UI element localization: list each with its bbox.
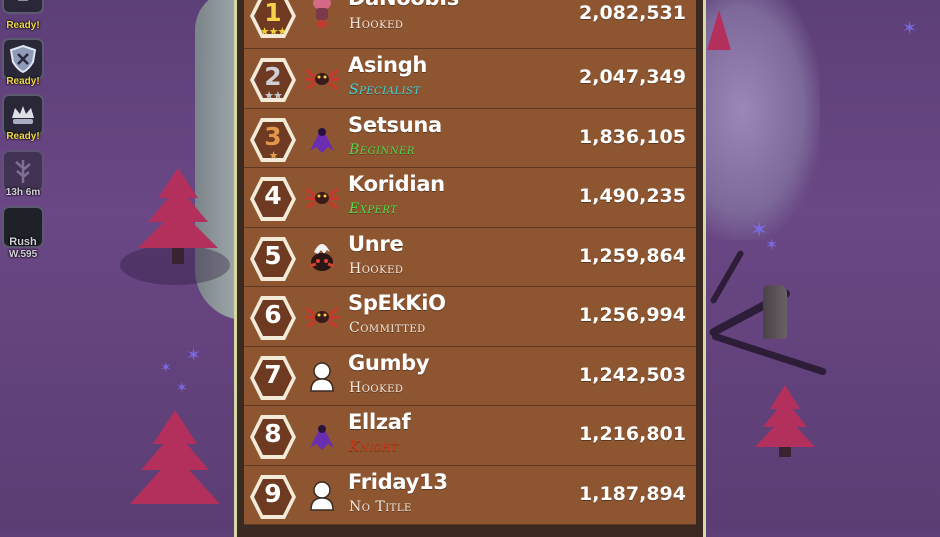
player-title: Specialist bbox=[349, 82, 421, 98]
leaderboard-row-2[interactable]: 2 ★★ Asingh Specialist 2,047,349 bbox=[244, 49, 696, 109]
rank-number: 2 bbox=[264, 62, 282, 91]
player-name: Ellzaf bbox=[348, 410, 411, 434]
player-score: 1,256,994 bbox=[579, 304, 686, 326]
player-name: Setsuna bbox=[348, 112, 442, 137]
pink-tree-icon bbox=[138, 168, 218, 264]
purple-flower-icon: ✶ bbox=[902, 18, 918, 39]
rank-stars: ★ bbox=[268, 148, 279, 162]
rank-badge: 2 ★★ bbox=[248, 56, 298, 102]
purple-flower-icon: ✶ bbox=[160, 360, 172, 376]
player-name: SpEkKiO bbox=[348, 291, 446, 315]
sword-icon bbox=[8, 0, 38, 8]
leaderboard-row-8[interactable]: 8 Ellzaf Knight 1,216,801 bbox=[244, 406, 696, 466]
leaderboard-row-6[interactable]: 6 SpEkKiO Committed 1,256,994 bbox=[244, 287, 696, 347]
shield-ability-status: Ready! bbox=[6, 76, 40, 87]
leaderboard-row-1[interactable]: 1 ★★★ DaNoobIs Hooked 2,082,531 bbox=[244, 0, 696, 49]
rank-badge: 7 bbox=[248, 354, 298, 400]
rank-badge: 3 ★ bbox=[248, 116, 298, 162]
leaderboard-list[interactable]: 1 ★★★ DaNoobIs Hooked 2,082,531 2 ★★ Asi… bbox=[244, 0, 696, 525]
spider-crab-icon bbox=[304, 180, 340, 216]
rank-badge: 5 bbox=[248, 235, 298, 281]
rank-badge: 1 ★★★ bbox=[248, 0, 298, 38]
sword-ability-button[interactable] bbox=[2, 0, 44, 14]
rank-number: 3 bbox=[264, 121, 282, 151]
spider-crab-icon bbox=[304, 61, 340, 97]
player-title: Hooked bbox=[349, 260, 404, 277]
pink-tree-icon bbox=[755, 385, 815, 457]
player-title: Knight bbox=[349, 439, 399, 455]
crown-ability-button[interactable] bbox=[2, 94, 44, 136]
rank-stars: ★★★ bbox=[259, 25, 288, 38]
crown-ability-status: Ready! bbox=[6, 131, 40, 142]
rank-number: 7 bbox=[264, 359, 282, 389]
purple-flower-icon: ✶ bbox=[176, 380, 188, 396]
dead-branch bbox=[709, 249, 745, 305]
leaderboard-panel: 1 ★★★ DaNoobIs Hooked 2,082,531 2 ★★ Asi… bbox=[234, 0, 706, 537]
rush-label: Rush bbox=[9, 236, 37, 248]
crown-hand-icon bbox=[8, 100, 38, 130]
player-name: Gumby bbox=[348, 350, 430, 375]
player-title: Committed bbox=[349, 320, 426, 336]
leaderboard-row-7[interactable]: 7 Gumby Hooked 1,242,503 bbox=[244, 346, 696, 406]
rank-number: 6 bbox=[264, 300, 282, 329]
player-name: Friday13 bbox=[348, 469, 448, 494]
rank-number: 4 bbox=[264, 181, 282, 210]
player-title: Hooked bbox=[349, 16, 404, 32]
player-title: Beginner bbox=[349, 141, 415, 158]
player-score: 1,242,503 bbox=[579, 363, 686, 386]
purple-bat-icon bbox=[304, 121, 340, 157]
shield-icon bbox=[8, 44, 38, 74]
purple-flower-icon: ✶ bbox=[765, 235, 779, 254]
player-score: 1,216,801 bbox=[579, 423, 686, 445]
pink-tree-icon bbox=[130, 410, 220, 504]
player-name: DaNoobIs bbox=[348, 0, 459, 10]
rank-number: 5 bbox=[264, 240, 282, 270]
rank-badge: 8 bbox=[248, 413, 298, 459]
rank-stars: ★★ bbox=[264, 89, 283, 102]
player-score: 2,082,531 bbox=[579, 2, 686, 24]
pink-tree-icon bbox=[704, 10, 734, 50]
rank-badge: 4 bbox=[248, 175, 298, 221]
rank-number: 8 bbox=[264, 419, 282, 448]
leaderboard-row-5[interactable]: 5 Unre Hooked 1,259,864 bbox=[244, 227, 696, 287]
purple-bat-icon bbox=[304, 418, 340, 454]
rank-number: 1 bbox=[264, 0, 282, 27]
player-name: Unre bbox=[348, 231, 404, 256]
stone-stump bbox=[763, 285, 787, 339]
pink-creature-icon bbox=[304, 0, 340, 30]
leaderboard-row-3[interactable]: 3 ★ Setsuna Beginner 1,836,105 bbox=[244, 108, 696, 168]
rush-wave-label: W.595 bbox=[8, 249, 38, 260]
rank-badge: 9 bbox=[248, 473, 298, 519]
player-title: Expert bbox=[349, 201, 398, 217]
player-score: 1,259,864 bbox=[579, 244, 686, 267]
leaderboard-row-4[interactable]: 4 Koridian Expert 1,490,235 bbox=[244, 168, 696, 228]
tree-ability-button[interactable] bbox=[2, 150, 44, 192]
rank-badge: 6 bbox=[248, 294, 298, 340]
purple-flower-icon: ✶ bbox=[186, 345, 202, 366]
tree-ability-timer: 13h 6m bbox=[5, 187, 41, 198]
tree-icon bbox=[8, 156, 38, 186]
sword-ability-status: Ready! bbox=[6, 20, 40, 31]
shield-ability-button[interactable] bbox=[2, 38, 44, 80]
player-score: 1,836,105 bbox=[579, 125, 686, 148]
player-score: 2,047,349 bbox=[579, 66, 686, 88]
player-name: Asingh bbox=[348, 53, 428, 77]
player-score: 1,187,894 bbox=[579, 482, 686, 505]
rank-number: 9 bbox=[264, 478, 282, 508]
player-title: Hooked bbox=[349, 379, 404, 396]
player-title: No Title bbox=[349, 498, 412, 515]
spider-crab-icon bbox=[304, 299, 340, 335]
leaderboard-row-9[interactable]: 9 Friday13 No Title 1,187,894 bbox=[244, 465, 696, 525]
egg-creature-icon bbox=[304, 240, 340, 276]
player-score: 1,490,235 bbox=[579, 185, 686, 207]
default-user-icon bbox=[304, 478, 340, 514]
player-name: Koridian bbox=[348, 172, 445, 196]
default-user-icon bbox=[304, 359, 340, 395]
